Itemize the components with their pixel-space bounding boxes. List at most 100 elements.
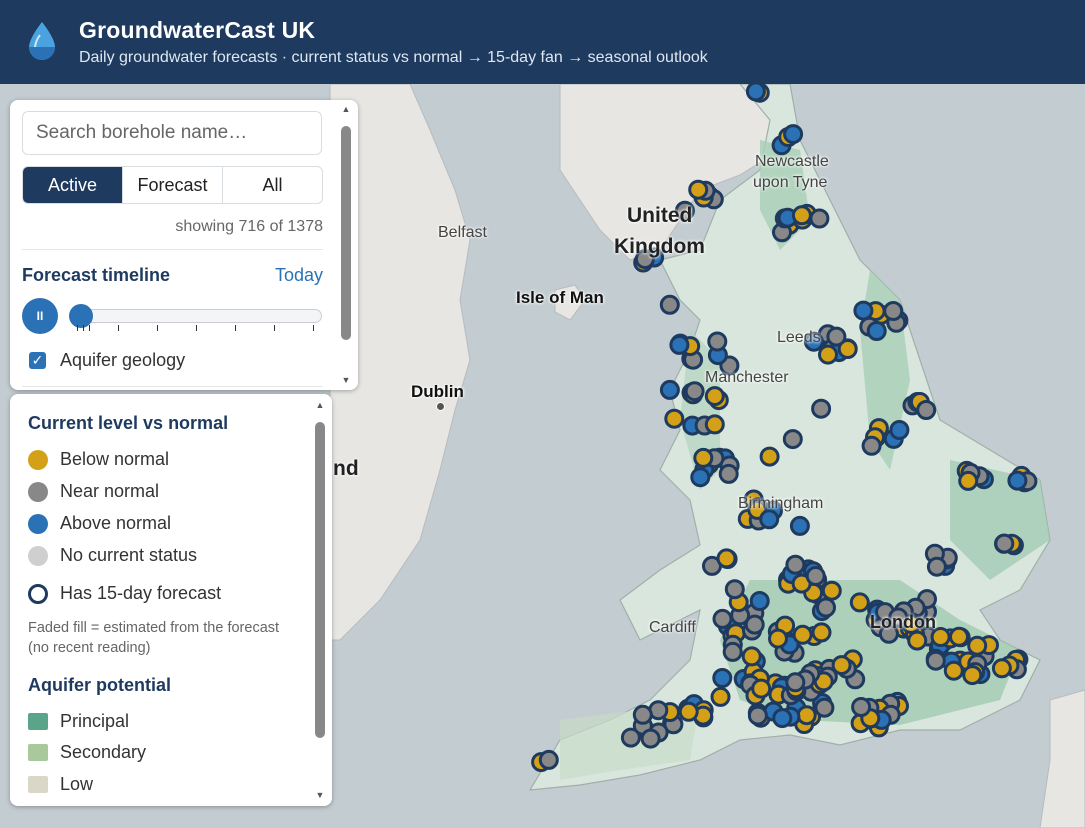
borehole-marker[interactable]: [632, 704, 653, 725]
checkbox-checked-icon[interactable]: ✓: [29, 352, 46, 369]
borehole-marker[interactable]: [659, 379, 680, 400]
borehole-marker[interactable]: [693, 447, 714, 468]
borehole-marker[interactable]: [749, 591, 770, 611]
borehole-marker[interactable]: [659, 294, 680, 315]
borehole-marker[interactable]: [789, 515, 810, 536]
borehole-marker[interactable]: [791, 205, 812, 226]
borehole-marker[interactable]: [712, 608, 733, 629]
legend-item-below: Below normal: [28, 449, 169, 470]
borehole-marker[interactable]: [805, 566, 826, 586]
borehole-marker[interactable]: [907, 630, 928, 651]
borehole-marker[interactable]: [943, 660, 964, 681]
borehole-marker[interactable]: [690, 467, 711, 488]
borehole-marker[interactable]: [861, 435, 882, 456]
borehole-marker[interactable]: [684, 381, 705, 402]
borehole-marker[interactable]: [1007, 470, 1028, 491]
pause-button[interactable]: II: [22, 298, 58, 334]
scroll-up-icon[interactable]: ▲: [340, 104, 352, 114]
scrollbar-thumb[interactable]: [341, 126, 351, 340]
borehole-marker[interactable]: [640, 728, 661, 749]
borehole-marker[interactable]: [816, 597, 836, 618]
scroll-up-icon[interactable]: ▲: [314, 400, 326, 410]
borehole-marker[interactable]: [716, 548, 737, 569]
borehole-marker[interactable]: [849, 592, 870, 613]
panel-scrollbar[interactable]: ▲ ▼: [340, 104, 352, 386]
borehole-marker[interactable]: [704, 414, 725, 435]
app-title: GroundwaterCast UK: [79, 17, 316, 43]
borehole-marker[interactable]: [853, 300, 874, 321]
map-label-belfast: Belfast: [438, 224, 487, 241]
borehole-marker[interactable]: [958, 470, 979, 491]
map-label-united: United: [627, 204, 693, 227]
borehole-marker[interactable]: [792, 624, 813, 645]
filter-active-button[interactable]: Active: [23, 167, 122, 203]
borehole-marker[interactable]: [759, 509, 780, 530]
borehole-marker[interactable]: [821, 580, 842, 601]
borehole-marker[interactable]: [678, 701, 699, 722]
borehole-marker[interactable]: [747, 705, 768, 726]
borehole-marker[interactable]: [994, 533, 1015, 554]
below-normal-swatch: [28, 449, 48, 470]
borehole-marker[interactable]: [967, 635, 988, 656]
borehole-marker[interactable]: [710, 686, 731, 707]
aquifer-geology-toggle[interactable]: ✓ Aquifer geology: [29, 350, 185, 371]
borehole-marker[interactable]: [772, 708, 793, 729]
today-link[interactable]: Today: [275, 265, 323, 286]
borehole-marker[interactable]: [811, 622, 832, 643]
borehole-marker[interactable]: [669, 334, 690, 355]
borehole-marker[interactable]: [991, 658, 1012, 679]
borehole-marker[interactable]: [712, 668, 733, 688]
borehole-marker[interactable]: [883, 301, 904, 321]
slider-tick: [118, 325, 119, 331]
borehole-marker[interactable]: [866, 321, 887, 341]
borehole-marker[interactable]: [704, 386, 725, 407]
showing-count: showing 716 of 1378: [175, 218, 323, 235]
borehole-marker[interactable]: [826, 326, 847, 347]
borehole-marker[interactable]: [620, 727, 641, 748]
borehole-marker[interactable]: [664, 408, 685, 429]
borehole-marker[interactable]: [722, 641, 743, 662]
scroll-down-icon[interactable]: ▼: [314, 790, 326, 800]
borehole-marker[interactable]: [751, 678, 772, 699]
borehole-marker[interactable]: [783, 124, 804, 145]
legend-scrollbar[interactable]: ▲ ▼: [314, 400, 326, 802]
borehole-marker[interactable]: [759, 446, 780, 467]
filter-all-button[interactable]: All: [222, 167, 322, 203]
slider-tick: [235, 325, 236, 331]
borehole-marker[interactable]: [745, 84, 766, 102]
search-input[interactable]: [22, 111, 322, 155]
borehole-marker[interactable]: [926, 556, 947, 577]
borehole-marker[interactable]: [785, 554, 806, 575]
borehole-marker[interactable]: [768, 628, 788, 649]
map-label-cardiff: Cardiff: [649, 619, 696, 636]
borehole-marker[interactable]: [724, 579, 745, 600]
principal-swatch: [28, 713, 48, 730]
filter-forecast-button[interactable]: Forecast: [122, 167, 222, 203]
borehole-marker[interactable]: [707, 331, 728, 352]
scrollbar-thumb[interactable]: [315, 422, 325, 738]
borehole-marker[interactable]: [744, 614, 765, 635]
secondary-swatch: [28, 744, 48, 761]
borehole-marker[interactable]: [889, 420, 910, 440]
borehole-marker[interactable]: [796, 705, 817, 726]
borehole-marker[interactable]: [949, 626, 969, 647]
borehole-marker[interactable]: [718, 463, 739, 484]
borehole-marker[interactable]: [962, 665, 983, 686]
scroll-down-icon[interactable]: ▼: [340, 375, 352, 385]
timeline-slider[interactable]: [70, 309, 322, 323]
map-label-kingdom: Kingdom: [614, 235, 705, 258]
borehole-marker[interactable]: [785, 672, 806, 693]
borehole-marker[interactable]: [782, 429, 803, 450]
borehole-marker[interactable]: [741, 646, 762, 667]
borehole-marker[interactable]: [818, 344, 838, 365]
borehole-marker[interactable]: [814, 697, 835, 718]
borehole-marker[interactable]: [851, 697, 872, 717]
borehole-marker[interactable]: [925, 650, 946, 671]
borehole-marker[interactable]: [811, 398, 832, 419]
borehole-marker[interactable]: [916, 400, 937, 420]
borehole-marker[interactable]: [688, 179, 709, 200]
legend-panel: Current level vs normal Below normal Nea…: [10, 394, 332, 806]
borehole-marker[interactable]: [538, 749, 559, 770]
legend-label: Near normal: [60, 481, 160, 501]
borehole-marker[interactable]: [809, 208, 830, 229]
